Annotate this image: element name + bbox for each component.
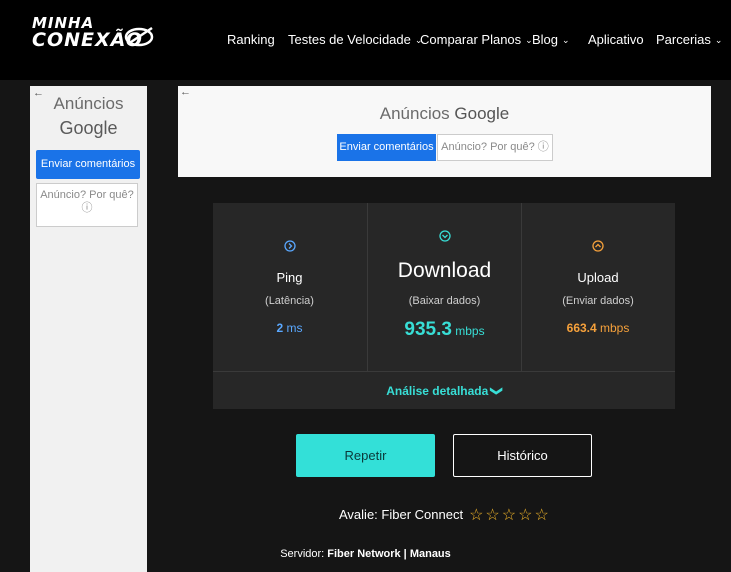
ping-value: 2 ms xyxy=(213,321,366,335)
ping-sub: (Latência) xyxy=(265,295,314,307)
nav-testes[interactable]: Testes de Velocidade ⌄ xyxy=(288,32,422,47)
chevron-down-icon: ❯ xyxy=(489,385,504,397)
star-rating-icon[interactable]: ☆☆☆☆☆ xyxy=(469,507,551,524)
side-ad-title: Anúncios xyxy=(53,94,124,113)
nav-comparar-label: Comparar Planos xyxy=(420,32,522,47)
download-icon xyxy=(438,230,451,242)
nav-ranking-label: Ranking xyxy=(227,32,275,47)
upload-unit: mbps xyxy=(596,321,630,335)
nav-blog-label: Blog xyxy=(532,32,559,47)
ping-unit: ms xyxy=(283,321,303,335)
logo-swoosh-icon xyxy=(124,26,154,47)
history-button[interactable]: Histórico xyxy=(453,434,592,477)
download-number: 935.3 xyxy=(404,319,452,340)
upload-number: 663.4 xyxy=(566,321,597,335)
download-unit: mbps xyxy=(451,324,485,338)
nav-parcerias[interactable]: Parcerias ⌄ xyxy=(656,32,722,47)
side-feedback-button[interactable]: Enviar comentários xyxy=(36,150,140,179)
repeat-button[interactable]: Repetir xyxy=(296,434,435,477)
download-column: Download (Baixar dados) 935.3 mbps xyxy=(367,203,522,371)
nav-aplicativo[interactable]: Aplicativo xyxy=(588,32,644,47)
server-name: Fiber Network | Manaus xyxy=(327,548,451,560)
side-why-button[interactable]: Anúncio? Por quê? ⓘ xyxy=(36,183,138,227)
speedtest-result: Ping (Latência) 2 ms Download (Baixar da… xyxy=(213,203,675,409)
upload-column: Upload (Enviar dados) 663.4 mbps xyxy=(521,203,675,371)
back-arrow-icon[interactable]: ← xyxy=(180,86,191,98)
download-sub: (Baixar dados) xyxy=(408,295,481,307)
upload-icon xyxy=(592,240,604,252)
nav-parcerias-label: Parcerias xyxy=(656,32,711,47)
download-label: Download xyxy=(397,259,492,282)
nav-aplicativo-label: Aplicativo xyxy=(588,32,644,47)
rating-row: Avalie: Fiber Connect ☆☆☆☆☆ xyxy=(339,505,551,525)
top-ad-title-b: Google xyxy=(454,104,510,123)
top-why-button[interactable]: Anúncio? Por quê? ⓘ xyxy=(437,134,553,161)
side-ad-google: Google xyxy=(59,118,118,138)
nav-testes-label: Testes de Velocidade xyxy=(288,32,411,47)
detailed-analysis-toggle[interactable]: Análise detalhada ❯ xyxy=(213,384,675,398)
server-label: Servidor: xyxy=(280,548,328,560)
ping-label: Ping xyxy=(276,270,303,285)
side-why-label: Anúncio? Por quê? xyxy=(40,189,134,201)
rating-provider: Fiber Connect xyxy=(381,507,464,522)
rating-label: Avalie: xyxy=(339,507,382,522)
chevron-down-icon: ⌄ xyxy=(714,35,723,45)
detailed-analysis-label: Análise detalhada xyxy=(386,384,489,398)
upload-label: Upload xyxy=(577,270,619,285)
chevron-down-icon: ⌄ xyxy=(562,35,570,45)
nav-blog[interactable]: Blog ⌄ xyxy=(532,32,570,47)
info-icon: ⓘ xyxy=(81,202,93,214)
top-ad-panel: ← Anúncios Google Enviar comentários Anú… xyxy=(178,86,711,177)
server-info: Servidor: Fiber Network | Manaus xyxy=(0,548,731,560)
upload-sub: (Enviar dados) xyxy=(562,295,634,307)
top-ad-title-a: Anúncios xyxy=(379,104,455,123)
download-value: 935.3 mbps xyxy=(368,319,521,341)
result-divider xyxy=(213,371,675,372)
site-logo[interactable]: MINHA CONEXÃO xyxy=(32,14,167,58)
top-ad-title: Anúncios Google xyxy=(178,104,711,124)
top-feedback-button[interactable]: Enviar comentários xyxy=(337,134,436,161)
side-ad-panel: ← Anúncios Google Enviar comentários Anú… xyxy=(30,86,147,572)
nav-comparar[interactable]: Comparar Planos ⌄ xyxy=(420,32,533,47)
ping-icon xyxy=(283,240,296,252)
upload-value: 663.4 mbps xyxy=(521,321,675,335)
ping-column: Ping (Latência) 2 ms xyxy=(213,203,366,371)
top-navbar: MINHA CONEXÃO Ranking Testes de Velocida… xyxy=(0,0,731,80)
nav-ranking[interactable]: Ranking xyxy=(227,32,275,47)
